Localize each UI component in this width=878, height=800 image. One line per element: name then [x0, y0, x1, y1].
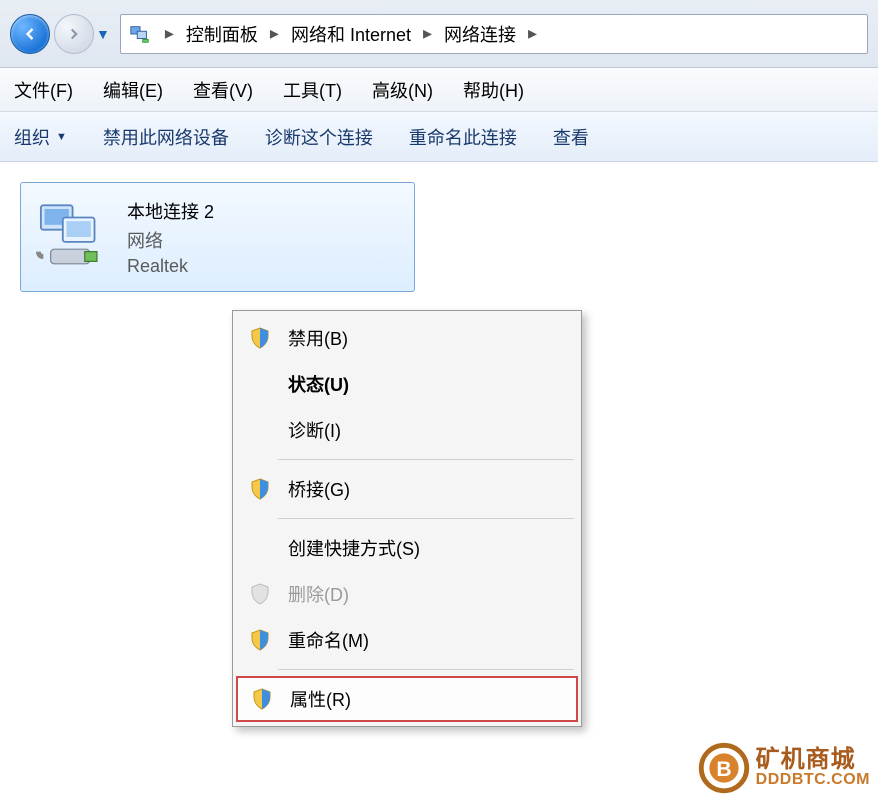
svg-text:B: B	[716, 758, 731, 781]
ctx-diagnose[interactable]: 诊断(I)	[236, 407, 578, 453]
connection-adapter: Realtek	[127, 256, 214, 277]
toolbar-rename[interactable]: 重命名此连接	[409, 124, 517, 150]
menu-edit[interactable]: 编辑(E)	[103, 77, 163, 103]
forward-button[interactable]	[54, 14, 94, 54]
network-adapter-icon	[35, 197, 115, 277]
ctx-create-shortcut[interactable]: 创建快捷方式(S)	[236, 525, 578, 571]
shield-icon	[248, 687, 276, 711]
ctx-delete: 删除(D)	[236, 571, 578, 617]
ctx-bridge[interactable]: 桥接(G)	[236, 466, 578, 512]
menubar: 文件(F) 编辑(E) 查看(V) 工具(T) 高级(N) 帮助(H)	[0, 68, 878, 112]
shield-icon	[246, 477, 274, 501]
breadcrumb-network-connections[interactable]: 网络连接	[444, 21, 516, 47]
chevron-right-icon: ▸	[165, 23, 174, 44]
watermark: B 矿机商城 DDDBTC.COM	[698, 742, 870, 794]
breadcrumb-network-internet[interactable]: 网络和 Internet	[291, 21, 411, 47]
watermark-title: 矿机商城	[756, 747, 870, 772]
connection-item[interactable]: 本地连接 2 网络 Realtek	[20, 182, 415, 292]
separator	[278, 459, 574, 460]
breadcrumb-control-panel[interactable]: 控制面板	[186, 21, 258, 47]
ctx-bridge-label: 桥接(G)	[288, 476, 350, 502]
bitcoin-icon: B	[698, 742, 750, 794]
ctx-status[interactable]: 状态(U)	[236, 361, 578, 407]
ctx-delete-label: 删除(D)	[288, 581, 349, 607]
chevron-down-icon: ▼	[56, 131, 67, 143]
breadcrumb-bar[interactable]: ▸ 控制面板 ▸ 网络和 Internet ▸ 网络连接 ▸	[120, 14, 868, 54]
toolbar-view[interactable]: 查看	[553, 124, 589, 150]
chevron-right-icon: ▸	[270, 23, 279, 44]
shield-icon	[246, 628, 274, 652]
command-toolbar: 组织 ▼ 禁用此网络设备 诊断这个连接 重命名此连接 查看	[0, 112, 878, 162]
connection-info: 本地连接 2 网络 Realtek	[127, 198, 214, 277]
menu-file[interactable]: 文件(F)	[14, 77, 73, 103]
menu-help[interactable]: 帮助(H)	[463, 77, 524, 103]
connection-network: 网络	[127, 227, 214, 253]
toolbar-organize-label: 组织	[14, 124, 50, 150]
context-menu: 禁用(B) 状态(U) 诊断(I) 桥接(G) 创建快捷方式(S) 删除(D) …	[232, 310, 582, 727]
toolbar-organize[interactable]: 组织 ▼	[14, 124, 67, 150]
ctx-shortcut-label: 创建快捷方式(S)	[288, 535, 420, 561]
shield-disabled-icon	[246, 582, 274, 606]
back-button[interactable]	[10, 14, 50, 54]
shield-icon	[246, 326, 274, 350]
address-toolbar: ▼ ▸ 控制面板 ▸ 网络和 Internet ▸ 网络连接 ▸	[0, 0, 878, 68]
chevron-right-icon: ▸	[423, 23, 432, 44]
connection-title: 本地连接 2	[127, 198, 214, 224]
nav-history-dropdown-icon[interactable]: ▼	[96, 26, 110, 42]
ctx-rename-label: 重命名(M)	[288, 627, 369, 653]
menu-advanced[interactable]: 高级(N)	[372, 77, 433, 103]
toolbar-diagnose[interactable]: 诊断这个连接	[265, 124, 373, 150]
toolbar-disable-device[interactable]: 禁用此网络设备	[103, 124, 229, 150]
menu-view[interactable]: 查看(V)	[193, 77, 253, 103]
ctx-status-label: 状态(U)	[288, 371, 349, 397]
ctx-properties[interactable]: 属性(R)	[236, 676, 578, 722]
ctx-diagnose-label: 诊断(I)	[288, 417, 341, 443]
ctx-disable[interactable]: 禁用(B)	[236, 315, 578, 361]
chevron-right-icon: ▸	[528, 23, 537, 44]
ctx-disable-label: 禁用(B)	[288, 325, 348, 351]
ctx-rename[interactable]: 重命名(M)	[236, 617, 578, 663]
network-connections-icon	[129, 23, 151, 45]
separator	[278, 518, 574, 519]
watermark-url: DDDBTC.COM	[756, 772, 870, 789]
separator	[278, 669, 574, 670]
menu-tools[interactable]: 工具(T)	[283, 77, 342, 103]
ctx-properties-label: 属性(R)	[290, 686, 351, 712]
